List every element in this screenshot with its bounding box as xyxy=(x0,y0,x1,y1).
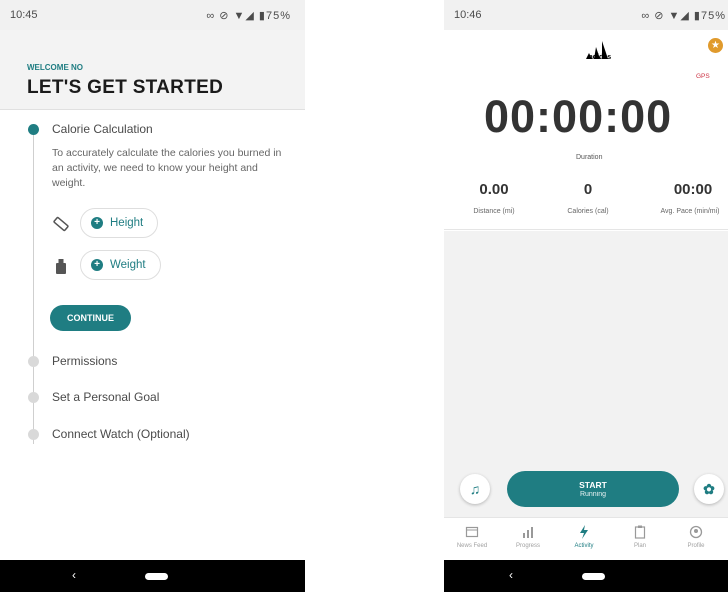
gear-icon: ✿ xyxy=(703,480,715,497)
status-bar: 10:45 ∞ ⊘ ▼◢ ▮75% xyxy=(0,0,305,30)
start-button[interactable]: START Running xyxy=(507,471,679,507)
home-pill-icon[interactable] xyxy=(582,573,605,580)
onboarding-screen: 10:45 ∞ ⊘ ▼◢ ▮75% WELCOME NO LET'S GET S… xyxy=(0,0,305,592)
avg-pace-label: Avg. Pace (min/mi) xyxy=(660,208,720,215)
news-feed-icon xyxy=(465,526,479,538)
continue-button[interactable]: CONTINUE xyxy=(50,305,131,331)
activity-screen: 10:46 ∞ ⊘ ▼◢ ▮75% adidas ★ GPS 00:00:00 … xyxy=(444,0,728,592)
settings-button[interactable]: ✿ xyxy=(694,474,724,504)
status-time: 10:46 xyxy=(454,9,482,21)
status-bar: 10:46 ∞ ⊘ ▼◢ ▮75% xyxy=(444,0,728,30)
back-icon[interactable]: ‹ xyxy=(509,568,513,582)
step-label-permissions: Permissions xyxy=(52,354,118,368)
gps-indicator: GPS xyxy=(696,73,710,80)
tab-news-feed[interactable]: News Feed xyxy=(444,518,500,560)
profile-icon xyxy=(689,525,703,539)
welcome-text: WELCOME NO xyxy=(27,63,83,72)
ruler-icon xyxy=(53,216,69,232)
step-dot xyxy=(28,356,39,367)
tab-plan[interactable]: Plan xyxy=(612,518,668,560)
sport-type-label: Running xyxy=(579,491,607,498)
tab-activity[interactable]: Activity xyxy=(556,518,612,560)
system-nav-bar: ‹ xyxy=(0,560,305,592)
status-time: 10:45 xyxy=(10,9,38,21)
weight-button[interactable]: + Weight xyxy=(80,250,161,280)
tab-progress[interactable]: Progress xyxy=(500,518,556,560)
tab-label: News Feed xyxy=(456,543,488,549)
step-label-calorie-calculation: Calorie Calculation xyxy=(52,122,153,136)
plus-icon: + xyxy=(91,217,103,229)
tab-profile[interactable]: Profile xyxy=(668,518,724,560)
duration-timer: 00:00:00 xyxy=(484,91,673,142)
system-nav-bar: ‹ xyxy=(444,560,728,592)
music-note-icon: ♫ xyxy=(469,481,481,497)
distance-label: Distance (mi) xyxy=(473,208,515,215)
tab-label: Progress xyxy=(515,543,540,549)
music-button[interactable]: ♫ xyxy=(460,474,490,504)
height-label: Height xyxy=(110,217,144,229)
back-icon[interactable]: ‹ xyxy=(72,568,76,582)
tab-label: Profile xyxy=(687,543,705,549)
progress-icon xyxy=(523,527,533,538)
page-title: LET'S GET STARTED xyxy=(27,77,224,98)
home-pill-icon[interactable] xyxy=(145,573,168,580)
calories-value: 0 xyxy=(583,181,593,198)
avg-pace-value: 00:00 xyxy=(673,181,713,198)
step-description: To accurately calculate the calories you… xyxy=(52,147,282,189)
step-dot xyxy=(28,429,39,440)
tab-label: Activity xyxy=(574,543,594,549)
brand-text: adidas xyxy=(588,54,612,61)
tab-label: Plan xyxy=(633,543,646,549)
height-button[interactable]: + Height xyxy=(80,208,159,238)
calories-label: Calories (cal) xyxy=(567,208,609,215)
step-label-connect-watch: Connect Watch (Optional) xyxy=(52,427,190,441)
start-label: START xyxy=(579,480,607,490)
weight-icon xyxy=(56,259,66,274)
weight-label: Weight xyxy=(110,259,146,271)
bottom-tab-bar: News Feed Progress Activity Plan Profile xyxy=(444,517,728,559)
achievement-badge-icon[interactable]: ★ xyxy=(708,38,723,53)
distance-value: 0.00 xyxy=(479,181,509,198)
plan-icon xyxy=(634,525,646,539)
status-icons: ∞ ⊘ ▼◢ ▮75% xyxy=(641,10,726,22)
step-label-personal-goal: Set a Personal Goal xyxy=(52,390,160,404)
activity-icon xyxy=(580,525,588,539)
plus-icon: + xyxy=(91,259,103,271)
step-dot xyxy=(28,392,39,403)
duration-label: Duration xyxy=(576,154,603,161)
status-icons: ∞ ⊘ ▼◢ ▮75% xyxy=(206,10,291,22)
step-dot-active xyxy=(28,124,39,135)
